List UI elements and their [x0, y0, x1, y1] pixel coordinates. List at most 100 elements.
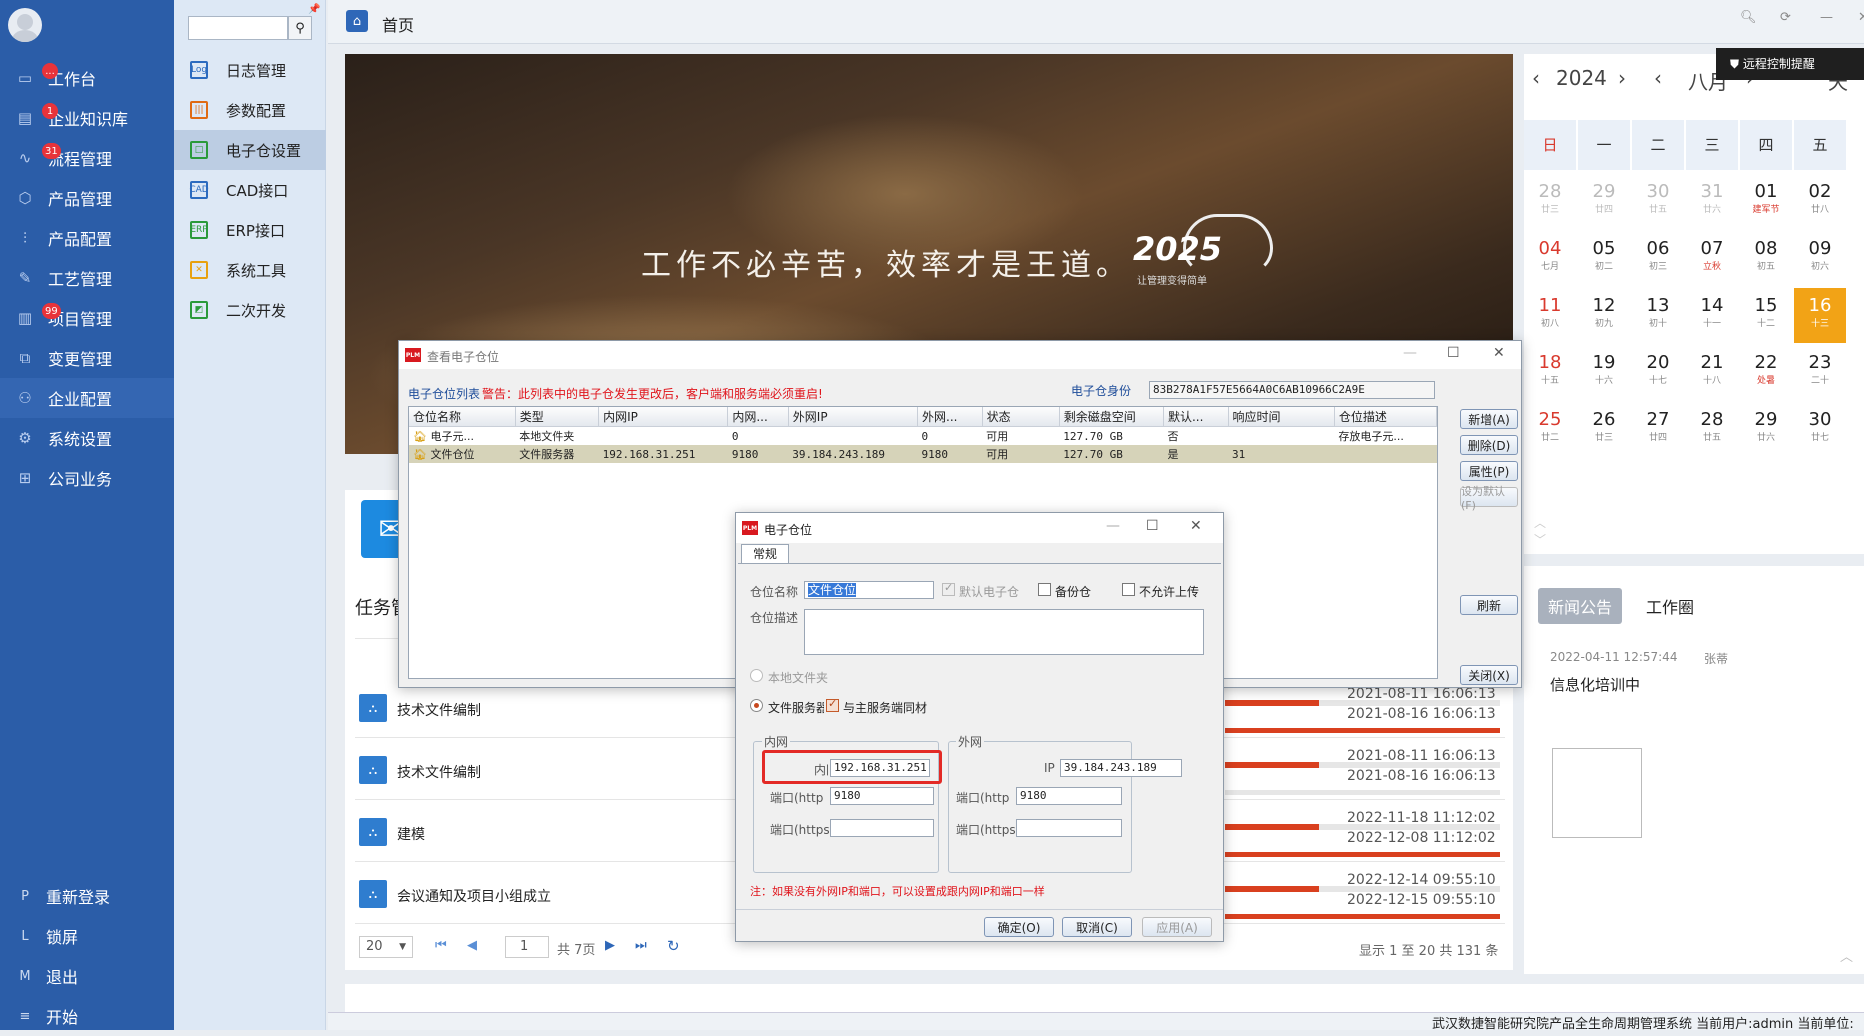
- calendar-day[interactable]: 05 初二: [1578, 231, 1630, 286]
- close-icon[interactable]: ✕: [1858, 10, 1864, 25]
- calendar-day[interactable]: 22 处暑: [1740, 345, 1792, 400]
- apply-button[interactable]: 应用(A): [1142, 917, 1212, 937]
- backup-checkbox[interactable]: [1038, 583, 1051, 596]
- next-year-icon[interactable]: ›: [1618, 66, 1626, 90]
- calendar-day[interactable]: 31 廿六: [1686, 174, 1738, 229]
- dialog-titlebar[interactable]: PLM 电子仓位 — ☐ ✕: [736, 513, 1223, 543]
- description-field[interactable]: [804, 609, 1204, 655]
- sidebar-item-4[interactable]: ⫶ 产品配置: [0, 218, 174, 258]
- next-page-icon[interactable]: ▶: [605, 938, 615, 953]
- column-header[interactable]: 内网IP: [598, 407, 729, 427]
- sidebar-item-9[interactable]: ⚙ 系统设置: [0, 418, 174, 458]
- sidebar-item-8[interactable]: ⚇ 企业配置: [0, 378, 174, 418]
- calendar-day[interactable]: 16 十三: [1794, 288, 1846, 343]
- pin-icon[interactable]: 📌: [308, 4, 320, 15]
- delete-button[interactable]: 删除(D): [1460, 435, 1518, 455]
- close-button[interactable]: 关闭(X): [1460, 665, 1518, 685]
- subnav-item-5[interactable]: ✕ 系统工具: [174, 250, 326, 290]
- sidebar-item-10[interactable]: ⊞ 公司业务: [0, 458, 174, 498]
- calendar-day[interactable]: 28 廿三: [1524, 174, 1576, 229]
- calendar-day[interactable]: 11 初八: [1524, 288, 1576, 343]
- wan-ip-field[interactable]: 39.184.243.189: [1060, 759, 1182, 777]
- ok-button[interactable]: 确定(O): [984, 917, 1054, 937]
- close-icon[interactable]: ✕: [1190, 518, 1202, 534]
- calendar-day[interactable]: 21 十八: [1686, 345, 1738, 400]
- subnav-item-0[interactable]: Log 日志管理: [174, 50, 326, 90]
- prev-month-icon[interactable]: ‹: [1654, 66, 1662, 90]
- page-size-select[interactable]: 20 ▼: [359, 936, 413, 958]
- column-header[interactable]: 仓位名称: [409, 407, 516, 427]
- close-icon[interactable]: ✕: [1493, 345, 1505, 361]
- local-folder-radio[interactable]: [750, 669, 763, 682]
- calendar-day[interactable]: 30 廿七: [1794, 402, 1846, 457]
- column-header[interactable]: 状态: [982, 407, 1060, 427]
- subnav-item-3[interactable]: CAD CAD接口: [174, 170, 326, 210]
- refresh-icon[interactable]: ⟳: [1780, 10, 1791, 25]
- column-header[interactable]: 仓位描述: [1334, 407, 1437, 427]
- calendar-day[interactable]: 01 建军节: [1740, 174, 1792, 229]
- scroll-up-icon[interactable]: ︿: [1840, 946, 1853, 965]
- maximize-icon[interactable]: ☐: [1447, 345, 1460, 361]
- subnav-item-2[interactable]: □ 电子仓设置: [174, 130, 326, 170]
- sidebar-item-6[interactable]: ▥ 99 项目管理: [0, 298, 174, 338]
- column-header[interactable]: 默认...: [1163, 407, 1229, 427]
- minimize-icon[interactable]: —: [1106, 518, 1120, 534]
- properties-button[interactable]: 属性(P): [1460, 461, 1518, 481]
- calendar-day[interactable]: 07 立秋: [1686, 231, 1738, 286]
- calendar-day[interactable]: 06 初三: [1632, 231, 1684, 286]
- subnav-item-6[interactable]: ◩ 二次开发: [174, 290, 326, 330]
- minimize-icon[interactable]: —: [1820, 10, 1833, 25]
- calendar-day[interactable]: 12 初九: [1578, 288, 1630, 343]
- calendar-day[interactable]: 18 十五: [1524, 345, 1576, 400]
- default-checkbox[interactable]: [942, 581, 955, 596]
- subnav-item-4[interactable]: ERP ERP接口: [174, 210, 326, 250]
- sidebar-item-5[interactable]: ✎ 工艺管理: [0, 258, 174, 298]
- file-server-radio[interactable]: [750, 699, 763, 712]
- prev-year-icon[interactable]: ‹: [1532, 66, 1540, 90]
- sidebar-footer-item-0[interactable]: P 重新登录: [0, 876, 174, 916]
- sidebar-footer-item-3[interactable]: ≡ 开始: [0, 996, 174, 1036]
- calendar-day[interactable]: 04 七月: [1524, 231, 1576, 286]
- news-title[interactable]: 信息化培训中: [1550, 674, 1640, 695]
- calendar-day[interactable]: 29 廿六: [1740, 402, 1792, 457]
- table-row[interactable]: 🏠︎ 文件仓位 文件服务器 192.168.31.251 9180 39.184.243…: [409, 445, 1437, 463]
- calendar-day[interactable]: 19 十六: [1578, 345, 1630, 400]
- last-page-icon[interactable]: ⏭: [635, 938, 647, 953]
- storage-id-field[interactable]: 83B278A1F57E5664A0C6AB10966C2A9E: [1149, 381, 1435, 399]
- sidebar-item-7[interactable]: ⧉ 变更管理: [0, 338, 174, 378]
- sidebar-item-2[interactable]: ∿ 31 流程管理: [0, 138, 174, 178]
- calendar-day[interactable]: 23 二十: [1794, 345, 1846, 400]
- tab-work-circle[interactable]: 工作圈: [1636, 588, 1704, 624]
- column-header[interactable]: 外网...: [917, 407, 983, 427]
- remote-control-tip[interactable]: ⛊ 远程控制提醒: [1716, 48, 1864, 80]
- subnav-item-1[interactable]: ||| 参数配置: [174, 90, 326, 130]
- calendar-day[interactable]: 25 廿二: [1524, 402, 1576, 457]
- lan-https-field[interactable]: [830, 819, 934, 837]
- user-avatar[interactable]: [8, 8, 42, 42]
- tab-news[interactable]: 新闻公告: [1538, 588, 1623, 624]
- column-header[interactable]: 响应时间: [1228, 407, 1335, 427]
- calendar-day[interactable]: 09 初六: [1794, 231, 1846, 286]
- name-field[interactable]: 文件仓位: [804, 581, 934, 599]
- calendar-day[interactable]: 02 廿八: [1794, 174, 1846, 229]
- maximize-icon[interactable]: ☐: [1146, 518, 1159, 534]
- refresh-button[interactable]: 刷新: [1460, 595, 1518, 615]
- wan-https-field[interactable]: [1016, 819, 1122, 837]
- sync-checkbox[interactable]: [826, 697, 839, 712]
- sidebar-item-3[interactable]: ⬡ 产品管理: [0, 178, 174, 218]
- sidebar-item-0[interactable]: ▭... 工作台: [0, 58, 174, 98]
- calendar-day[interactable]: 26 廿三: [1578, 402, 1630, 457]
- table-row[interactable]: 🏠︎ 电子元... 本地文件夹 0 0 可用 127.70 GB 否 存放电子元...: [409, 427, 1437, 446]
- prev-page-icon[interactable]: ◀: [467, 938, 477, 953]
- add-button[interactable]: 新增(A): [1460, 409, 1518, 429]
- column-header[interactable]: 剩余磁盘空间: [1059, 407, 1164, 427]
- calendar-day[interactable]: 27 廿四: [1632, 402, 1684, 457]
- calendar-day[interactable]: 30 廿五: [1632, 174, 1684, 229]
- collapse-icon[interactable]: ︿ ﹀: [1534, 514, 1546, 548]
- set-default-button[interactable]: 设为默认(F): [1460, 485, 1518, 512]
- column-header[interactable]: 内网...: [727, 407, 789, 427]
- sidebar-footer-item-1[interactable]: L 锁屏: [0, 916, 174, 956]
- subnav-search-input[interactable]: [188, 16, 288, 40]
- calendar-day[interactable]: 28 廿五: [1686, 402, 1738, 457]
- column-header[interactable]: 外网IP: [788, 407, 919, 427]
